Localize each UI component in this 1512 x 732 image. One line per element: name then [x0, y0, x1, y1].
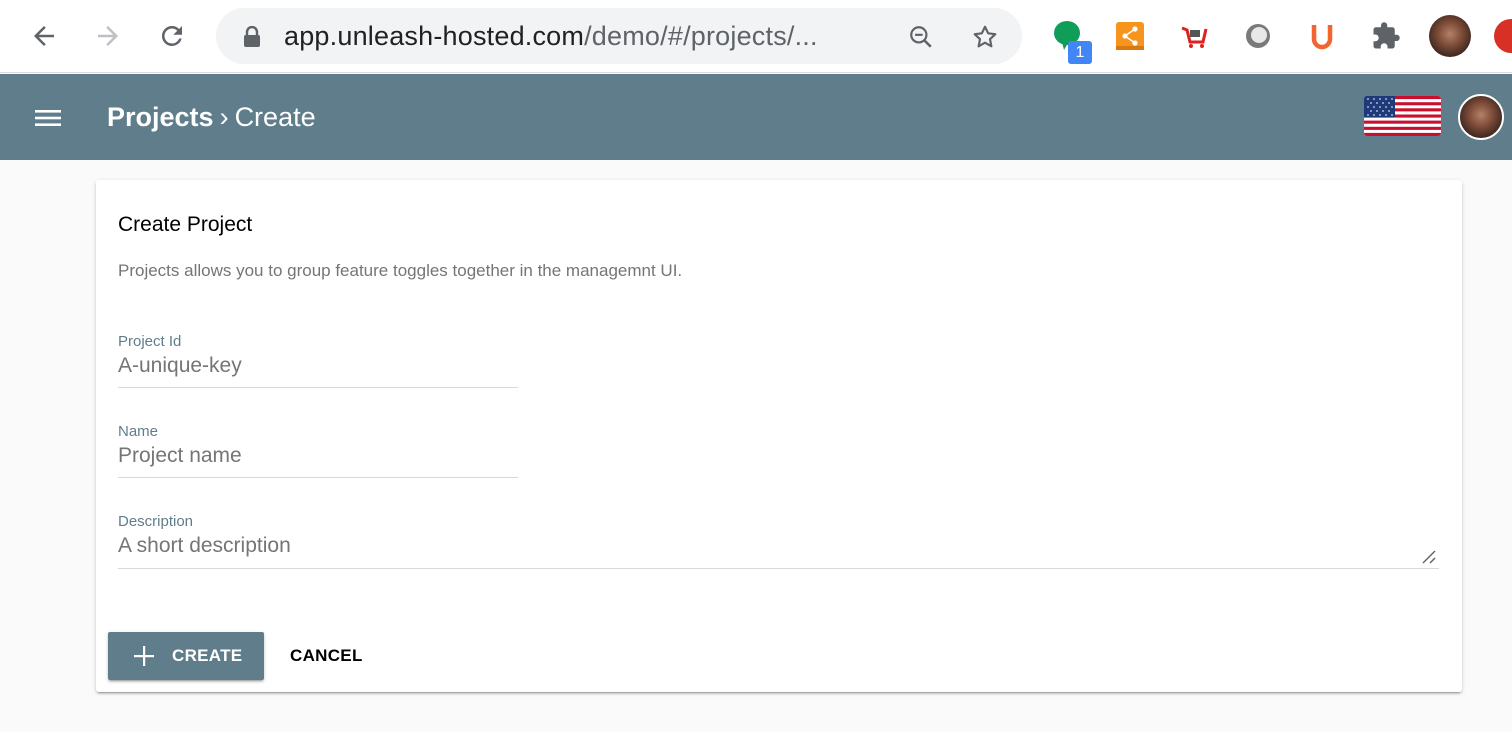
- forward-button[interactable]: [90, 18, 126, 54]
- address-bar[interactable]: app.unleash-hosted.com/demo/#/projects/.…: [216, 8, 1022, 64]
- plus-icon: [134, 646, 154, 666]
- url-path: /demo/#/projects/...: [584, 21, 818, 51]
- breadcrumb-separator: ›: [219, 102, 229, 132]
- breadcrumb-projects-link[interactable]: Projects: [107, 102, 214, 132]
- language-flag-button[interactable]: [1364, 96, 1441, 136]
- orange-share-extension[interactable]: [1113, 18, 1147, 54]
- us-flag-icon: [1364, 96, 1441, 136]
- project-id-label: Project Id: [118, 333, 182, 350]
- reload-icon: [161, 25, 182, 46]
- url-host: app.unleash-hosted.com: [284, 21, 585, 51]
- puzzle-icon: [1373, 22, 1400, 49]
- menu-button[interactable]: [28, 98, 68, 138]
- grey-ring-extension[interactable]: [1241, 18, 1275, 54]
- back-button[interactable]: [26, 18, 62, 54]
- cancel-button[interactable]: CANCEL: [276, 632, 377, 680]
- arrow-right-icon: [98, 26, 118, 46]
- ring-icon: [1246, 24, 1270, 48]
- create-button-label: CREATE: [172, 646, 243, 665]
- red-cart-extension[interactable]: [1177, 18, 1211, 54]
- update-icon: [1494, 19, 1512, 53]
- description-textarea[interactable]: [118, 533, 1439, 569]
- reload-button[interactable]: [154, 18, 190, 54]
- update-button[interactable]: [1494, 18, 1512, 54]
- cart-icon: [1181, 26, 1208, 48]
- breadcrumb-current: Create: [234, 102, 316, 132]
- description-label: Description: [118, 513, 194, 530]
- hamburger-icon: [35, 110, 61, 126]
- u-extension[interactable]: [1305, 18, 1339, 54]
- app-header: Projects › Create: [0, 74, 1512, 160]
- project-id-field: Project Id: [118, 333, 518, 388]
- url-text[interactable]: app.unleash-hosted.com/demo/#/projects/.…: [284, 20, 818, 52]
- breadcrumb: Projects › Create: [107, 100, 316, 134]
- project-id-input[interactable]: [118, 353, 518, 388]
- share-nodes-icon: [1116, 22, 1144, 50]
- name-label: Name: [118, 423, 159, 440]
- arrow-left-icon: [34, 26, 54, 46]
- zoom-out-icon[interactable]: [908, 24, 934, 50]
- name-field: Name: [118, 423, 518, 478]
- create-project-card: Create Project Projects allows you to gr…: [96, 180, 1462, 692]
- profile-avatar-icon: [1429, 15, 1471, 57]
- description-field: Description: [118, 513, 1439, 569]
- name-input[interactable]: [118, 443, 518, 478]
- profile-button[interactable]: [1428, 15, 1472, 57]
- lock-icon: [244, 26, 260, 47]
- u-letter-icon: [1311, 25, 1333, 50]
- star-icon[interactable]: [972, 24, 998, 50]
- extensions-menu-button[interactable]: [1369, 18, 1403, 54]
- form-description: Projects allows you to group feature tog…: [118, 261, 683, 280]
- resize-handle-icon[interactable]: [1421, 549, 1437, 565]
- create-button[interactable]: CREATE: [108, 632, 264, 680]
- user-avatar[interactable]: [1458, 94, 1504, 140]
- form-title: Create Project: [118, 213, 253, 236]
- browser-toolbar: app.unleash-hosted.com/demo/#/projects/.…: [0, 0, 1512, 73]
- extension-badge: 1: [1068, 41, 1092, 64]
